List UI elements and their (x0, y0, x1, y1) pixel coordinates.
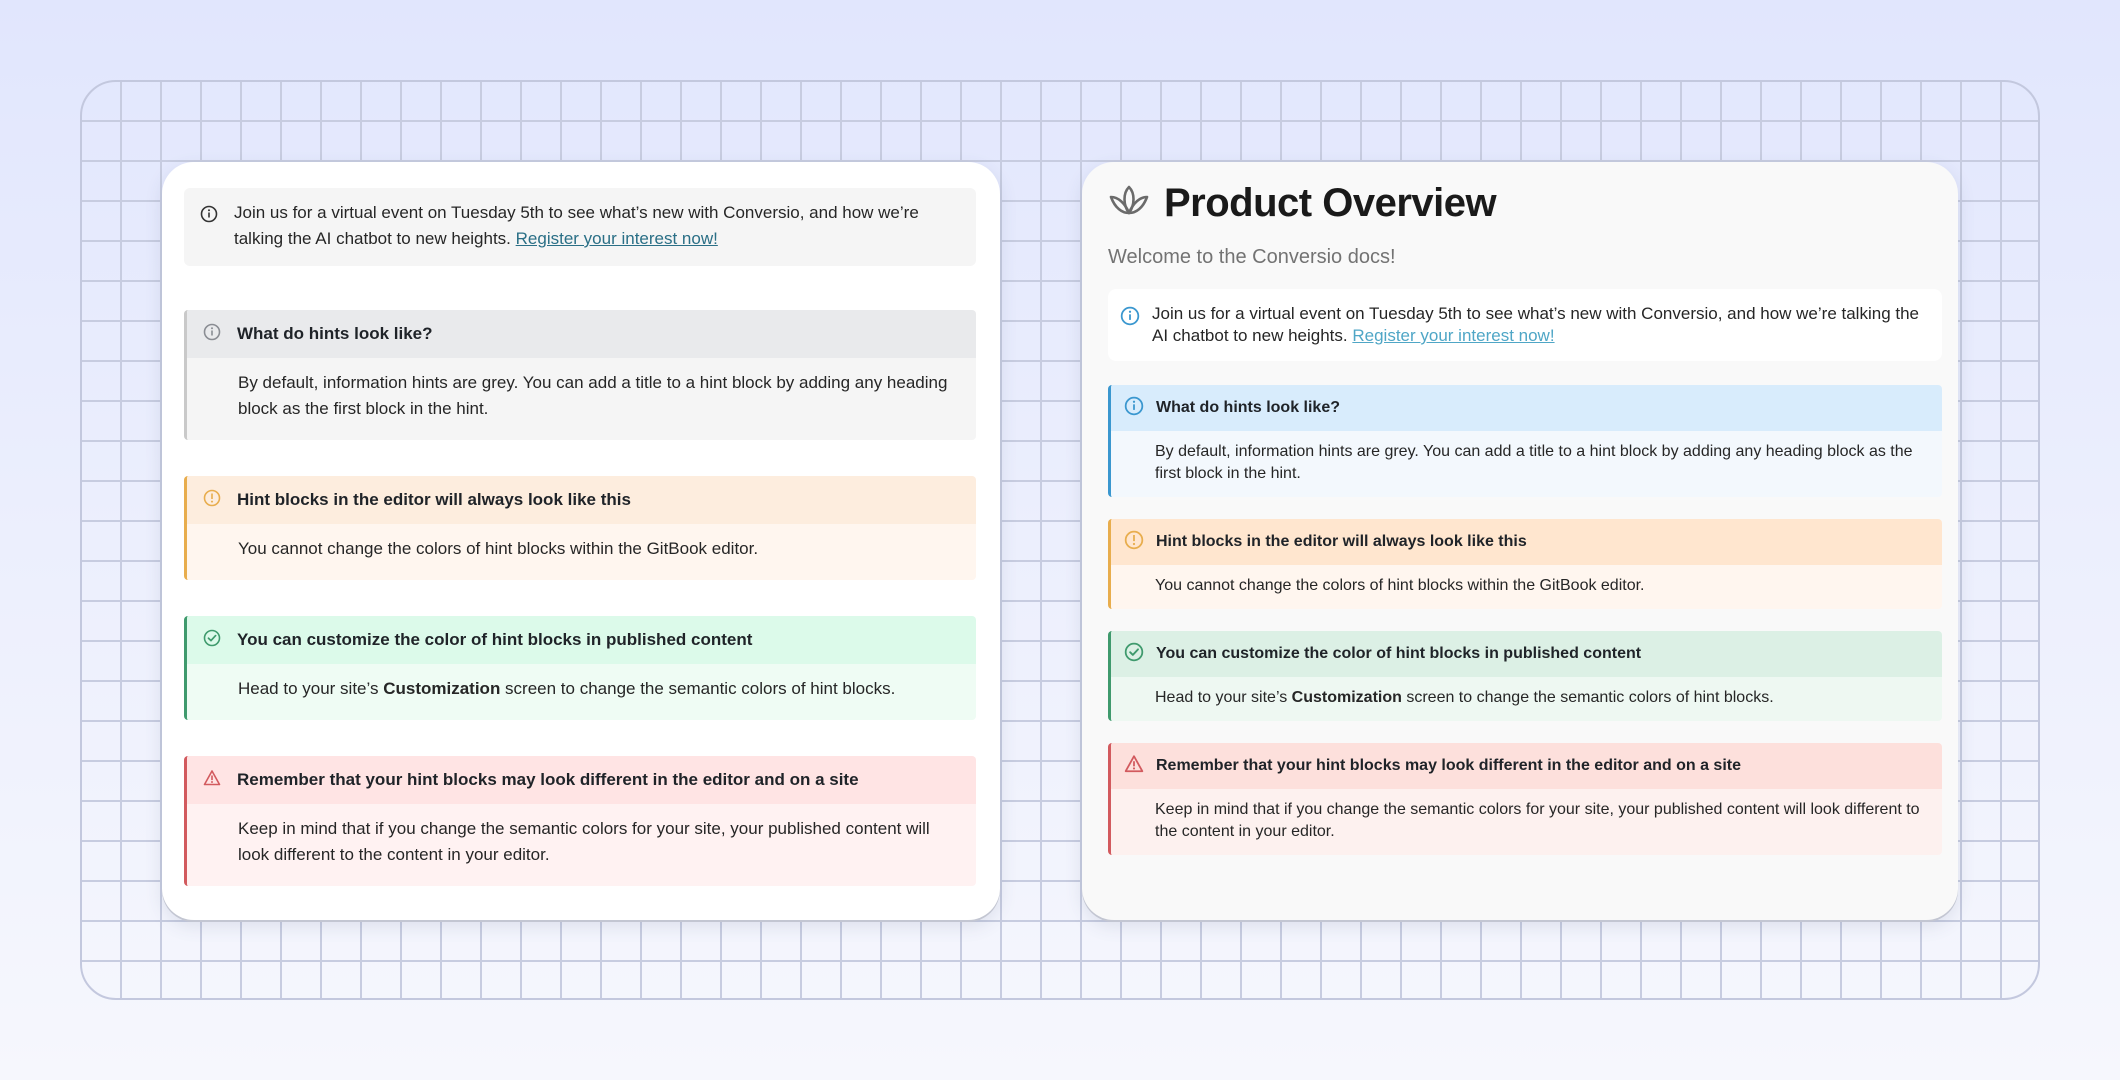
info-icon (1120, 306, 1140, 331)
editor-view-card: Join us for a virtual event on Tuesday 5… (162, 162, 1000, 920)
check-circle-icon (1124, 642, 1144, 667)
hint-header: You can customize the color of hint bloc… (187, 616, 976, 664)
info-icon (1124, 396, 1144, 421)
announcement-text: Join us for a virtual event on Tuesday 5… (234, 203, 919, 248)
customization-text: Customization (383, 679, 501, 698)
page-subtitle: Welcome to the Conversio docs! (1108, 246, 1396, 268)
announcement-text: Join us for a virtual event on Tuesday 5… (1152, 304, 1920, 345)
info-icon (200, 205, 218, 228)
register-interest-link[interactable]: Register your interest now! (516, 229, 718, 248)
hint-title: You can customize the color of hint bloc… (237, 630, 753, 649)
lotus-icon (1108, 183, 1150, 224)
register-interest-link[interactable]: Register your interest now! (1352, 326, 1554, 345)
warning-triangle-icon (203, 769, 221, 792)
hint-title: What do hints look like? (237, 324, 433, 343)
hint-info: What do hints look like? By default, inf… (184, 310, 976, 440)
published-view-card: Product Overview Welcome to the Conversi… (1082, 162, 1958, 920)
hint-success: You can customize the color of hint bloc… (1108, 631, 1942, 721)
hint-header: Remember that your hint blocks may look … (1111, 743, 1942, 789)
hint-title: Remember that your hint blocks may look … (1156, 757, 1741, 774)
hint-danger: Remember that your hint blocks may look … (1108, 743, 1942, 855)
check-circle-icon (203, 629, 221, 652)
announcement-banner: Join us for a virtual event on Tuesday 5… (184, 188, 976, 266)
hint-info: What do hints look like? By default, inf… (1108, 385, 1942, 497)
page-title: Product Overview (1164, 180, 1497, 225)
info-icon (203, 323, 221, 346)
hint-body: By default, information hints are grey. … (187, 358, 976, 440)
warning-circle-icon (203, 489, 221, 512)
hint-header: Hint blocks in the editor will always lo… (187, 476, 976, 524)
hint-body: You cannot change the colors of hint blo… (187, 524, 976, 580)
hint-title: You can customize the color of hint bloc… (1156, 645, 1642, 662)
page-header: Product Overview (1108, 180, 1942, 226)
customization-text: Customization (1291, 689, 1402, 706)
hint-body: Head to your site’s Customization screen… (187, 664, 976, 720)
hint-body: Keep in mind that if you change the sema… (187, 804, 976, 886)
hint-body: You cannot change the colors of hint blo… (1111, 565, 1942, 609)
hint-header: Remember that your hint blocks may look … (187, 756, 976, 804)
hint-body: Keep in mind that if you change the sema… (1111, 789, 1942, 855)
hint-warning: Hint blocks in the editor will always lo… (184, 476, 976, 580)
hint-header: What do hints look like? (1111, 385, 1942, 431)
hint-title: Remember that your hint blocks may look … (237, 770, 859, 789)
hint-danger: Remember that your hint blocks may look … (184, 756, 976, 886)
hint-header: You can customize the color of hint bloc… (1111, 631, 1942, 677)
announcement-banner: Join us for a virtual event on Tuesday 5… (1108, 289, 1942, 361)
hint-title: Hint blocks in the editor will always lo… (237, 490, 631, 509)
hint-header: Hint blocks in the editor will always lo… (1111, 519, 1942, 565)
hint-header: What do hints look like? (187, 310, 976, 358)
hint-success: You can customize the color of hint bloc… (184, 616, 976, 720)
hint-body: Head to your site’s Customization screen… (1111, 677, 1942, 721)
hint-title: Hint blocks in the editor will always lo… (1156, 533, 1527, 550)
hint-title: What do hints look like? (1156, 399, 1340, 416)
hint-warning: Hint blocks in the editor will always lo… (1108, 519, 1942, 609)
warning-circle-icon (1124, 530, 1144, 555)
hint-body: By default, information hints are grey. … (1111, 431, 1942, 497)
warning-triangle-icon (1124, 754, 1144, 779)
